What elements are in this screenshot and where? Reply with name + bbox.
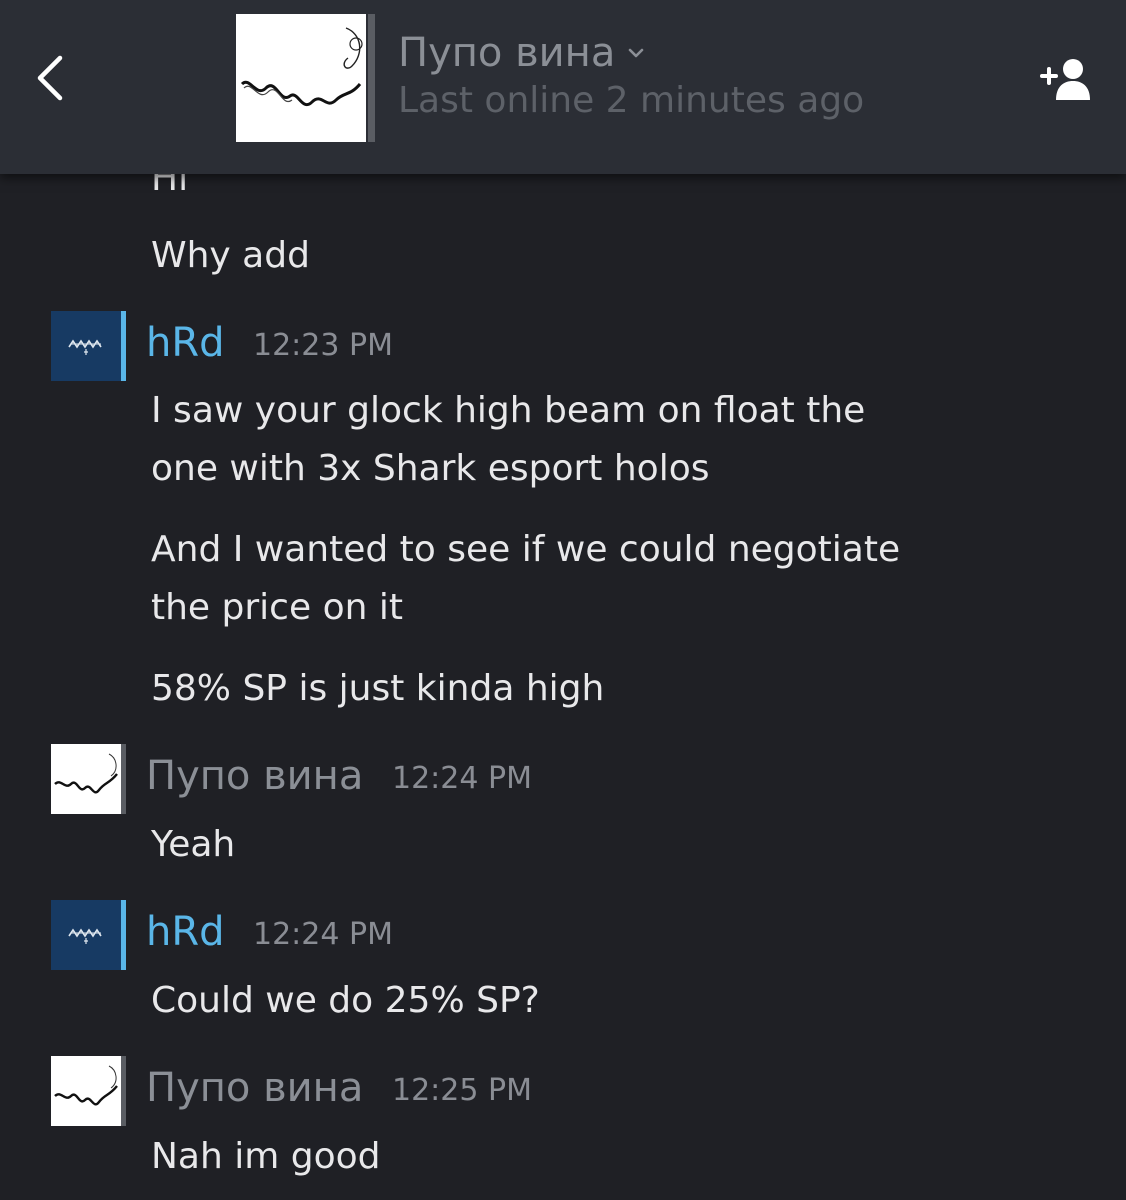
online-status-bar: [121, 311, 126, 381]
author-name[interactable]: hRd: [146, 315, 225, 371]
user-avatar[interactable]: [51, 900, 121, 970]
message-text: 58% SP is just kinda high: [151, 668, 605, 709]
chat-header: Пупо вина Last online 2 minutes ago: [0, 0, 1126, 174]
friend-name-dropdown[interactable]: Пупо вина: [398, 28, 645, 78]
message-timestamp: 12:24 PM: [253, 917, 393, 952]
message-text: the price on it: [151, 587, 403, 628]
chevron-down-icon: [629, 48, 644, 58]
friend-avatar-large: [236, 14, 366, 142]
chevron-left-icon: [37, 55, 63, 101]
friend-name: Пупо вина: [398, 30, 616, 76]
friend-avatar[interactable]: [51, 1056, 121, 1126]
message-timestamp: 12:25 PM: [392, 1073, 532, 1108]
chat-log: Hi Why add hRd 12:23 PM I saw your glock…: [0, 0, 1126, 1200]
message-text: And I wanted to see if we could negotiat…: [151, 529, 901, 570]
status-bar: [121, 1056, 126, 1126]
header-avatar[interactable]: [236, 14, 376, 142]
friend-status: Last online 2 minutes ago: [398, 80, 865, 121]
message-text: Why add: [151, 235, 310, 276]
message-text: Yeah: [151, 824, 236, 865]
author-name[interactable]: hRd: [146, 904, 225, 960]
message-text: Could we do 25% SP?: [151, 980, 540, 1021]
add-friend-button[interactable]: [1040, 56, 1092, 102]
message-timestamp: 12:23 PM: [253, 328, 393, 363]
user-avatar[interactable]: [51, 311, 121, 381]
author-name[interactable]: Пупо вина: [146, 748, 363, 804]
message-text: one with 3x Shark esport holos: [151, 448, 710, 489]
message-timestamp: 12:24 PM: [392, 761, 532, 796]
status-bar: [121, 744, 126, 814]
message-text: I saw your glock high beam on float the: [151, 390, 866, 431]
offline-status-bar: [368, 14, 375, 142]
author-name[interactable]: Пупо вина: [146, 1060, 363, 1116]
message-text: Nah im good: [151, 1136, 381, 1177]
add-friend-icon: [1040, 59, 1090, 100]
back-button[interactable]: [30, 50, 70, 106]
friend-avatar[interactable]: [51, 744, 121, 814]
online-status-bar: [121, 900, 126, 970]
